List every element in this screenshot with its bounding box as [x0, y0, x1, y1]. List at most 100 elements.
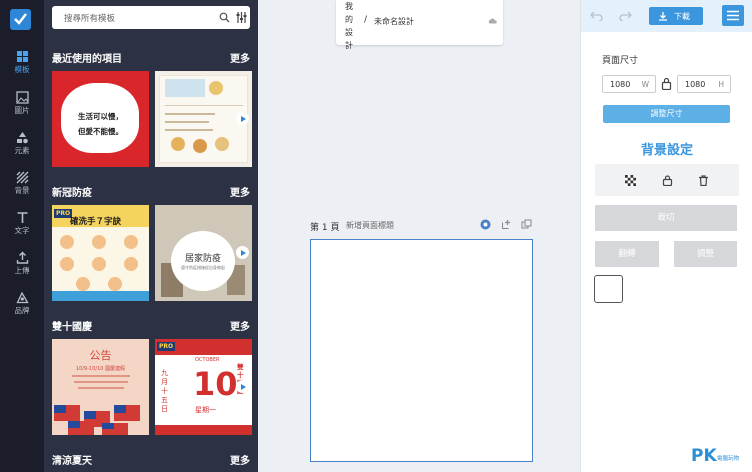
cloud-saved-icon: [488, 18, 497, 24]
breadcrumb-separator: /: [364, 15, 368, 25]
text-line: [165, 121, 209, 123]
transparency-icon[interactable]: [625, 175, 636, 186]
add-page-icon[interactable]: [501, 219, 512, 230]
search-input[interactable]: 搜尋所有模板: [64, 12, 115, 24]
page-number-label: 第 1 頁: [310, 223, 340, 233]
flag-shape: [68, 421, 94, 435]
top-toolbar: 下載: [581, 0, 752, 32]
next-arrow-icon[interactable]: [236, 380, 249, 393]
flag-shape: [54, 405, 80, 421]
rail-item-brand[interactable]: 品牌: [0, 291, 44, 327]
download-button[interactable]: 下載: [649, 7, 703, 25]
watermark-subtext: 電腦玩物: [717, 456, 740, 462]
template-text: 居家防疫: [184, 254, 221, 264]
rail-item-label: 文字: [14, 226, 30, 235]
next-arrow-icon[interactable]: [236, 246, 249, 259]
document-name[interactable]: 未命名設計: [374, 16, 414, 27]
page-visibility-icon[interactable]: [480, 219, 491, 230]
rail-item-template[interactable]: 模板: [0, 50, 44, 86]
elements-icon: [16, 132, 28, 144]
text-line: [165, 129, 213, 131]
flag-shape: [114, 405, 140, 421]
template-panel: 搜尋所有模板 最近使用的項目 更多 生活可以慢， 但愛不能慢。 新冠防疫 更多 …: [44, 0, 258, 472]
text-line: [72, 375, 130, 377]
download-label: 下載: [674, 12, 690, 21]
background-color-swatch[interactable]: [594, 275, 623, 303]
rail-item-label: 背景: [14, 186, 30, 195]
redo-icon[interactable]: [619, 10, 632, 21]
footer-band: [155, 425, 252, 435]
template-thumbnail[interactable]: 生活可以慢， 但愛不能慢。: [52, 71, 149, 167]
template-text: 但愛不能慢。: [78, 127, 123, 136]
properties-panel: 下載 頁面尺寸 1080 W 1080 H 調整尺寸 背景設定 裁切 翻轉 調整: [580, 0, 752, 472]
more-link[interactable]: 更多: [230, 318, 250, 333]
template-text: OCTOBER: [195, 357, 220, 363]
hand-illustration: [92, 257, 106, 271]
next-arrow-icon[interactable]: [236, 112, 249, 125]
app-logo[interactable]: [10, 9, 31, 30]
template-thumbnail[interactable]: [155, 71, 252, 167]
template-thumbnail[interactable]: PRO 確洗手７字訣: [52, 205, 149, 301]
height-unit: H: [718, 80, 724, 89]
lock-ratio-icon[interactable]: [661, 77, 672, 90]
text-icon: [17, 212, 27, 223]
hand-illustration: [108, 277, 122, 291]
rail-item-label: 圖片: [14, 106, 30, 115]
rail-item-text[interactable]: 文字: [0, 211, 44, 247]
page-size-title: 頁面尺寸: [602, 56, 639, 66]
background-settings-title: 背景設定: [640, 143, 693, 158]
template-text: 公告: [89, 349, 112, 362]
more-link[interactable]: 更多: [230, 50, 250, 65]
upload-icon: [16, 251, 28, 264]
watermark-logo: PK 電腦玩物: [691, 446, 747, 466]
photo-placeholder: [193, 139, 207, 153]
footer-band: [52, 291, 149, 301]
rail-item-image[interactable]: 圖片: [0, 91, 44, 127]
download-icon: [659, 12, 667, 21]
crop-button[interactable]: 裁切: [595, 205, 737, 231]
more-link[interactable]: 更多: [230, 184, 250, 199]
hand-illustration: [60, 235, 74, 249]
template-thumbnail[interactable]: 公告 10/9-10/10 國慶連假: [52, 339, 149, 435]
trash-icon[interactable]: [698, 175, 709, 186]
adjust-button[interactable]: 調整: [674, 241, 737, 267]
section-title: 最近使用的項目: [52, 54, 122, 65]
lock-icon[interactable]: [662, 175, 673, 186]
template-text: 生活可以慢，: [78, 112, 123, 121]
rail-item-elements[interactable]: 元素: [0, 131, 44, 167]
search-icon[interactable]: [219, 12, 230, 23]
template-search[interactable]: 搜尋所有模板: [52, 6, 250, 29]
pro-badge: PRO: [157, 342, 176, 351]
flip-button[interactable]: 翻轉: [595, 241, 659, 267]
width-field[interactable]: 1080 W: [602, 75, 656, 93]
template-text: 10: [193, 365, 238, 403]
text-line: [78, 387, 124, 389]
template-thumbnail[interactable]: PRO OCTOBER 10 九月十五日 星期一 雙十國慶: [155, 339, 252, 435]
text-line: [165, 113, 215, 115]
section-title: 雙十國慶: [52, 322, 92, 333]
document-bar: 我的設計 / 未命名設計: [336, 0, 503, 50]
photo-placeholder: [171, 137, 185, 151]
undo-icon[interactable]: [590, 10, 603, 21]
height-field[interactable]: 1080 H: [677, 75, 731, 93]
filter-icon[interactable]: [235, 11, 248, 24]
background-tools: [595, 164, 739, 196]
rail-item-label: 元素: [14, 146, 30, 155]
page-title-input[interactable]: 新增頁面標題: [346, 220, 394, 231]
more-link[interactable]: 更多: [230, 452, 250, 467]
rail-item-label: 上傳: [14, 266, 30, 275]
watermark-text: PK: [691, 446, 717, 466]
photo-placeholder: [215, 137, 229, 151]
design-page[interactable]: [310, 239, 533, 462]
rail-item-background[interactable]: 背景: [0, 171, 44, 207]
template-thumbnail[interactable]: 居家防疫 遵守防疫措施從自身做起: [155, 205, 252, 301]
height-value: 1080: [685, 80, 706, 89]
hamburger-icon: [727, 10, 739, 21]
hand-illustration: [76, 277, 90, 291]
rail-item-upload[interactable]: 上傳: [0, 251, 44, 287]
template-text: 星期一: [195, 406, 216, 414]
duplicate-page-icon[interactable]: [521, 219, 532, 230]
menu-button[interactable]: [722, 5, 744, 26]
resize-button[interactable]: 調整尺寸: [603, 105, 730, 123]
my-designs-link[interactable]: 我的設計: [345, 0, 355, 52]
